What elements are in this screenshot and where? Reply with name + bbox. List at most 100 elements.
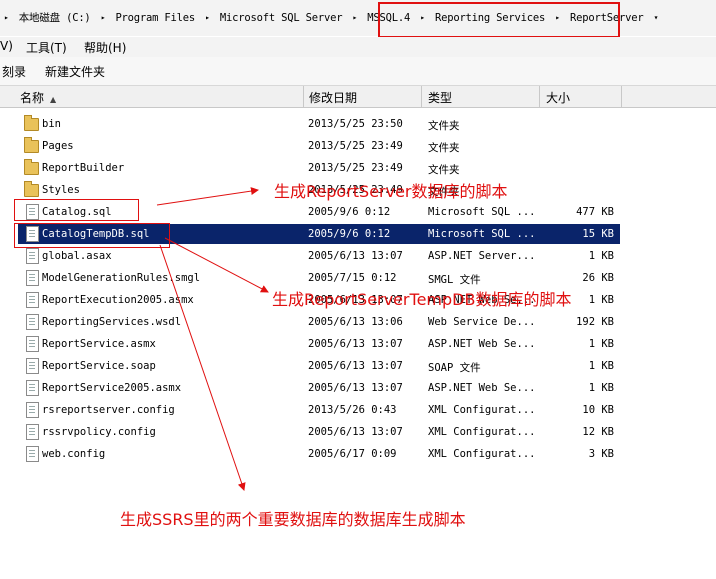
list-item[interactable]: ReportBuilder 2013/5/25 23:49 文件夹 (0, 158, 716, 178)
file-type: SOAP 文件 (428, 362, 481, 374)
menu-help[interactable]: 帮助(H) (84, 39, 126, 56)
file-date: 2005/7/15 0:12 (308, 272, 397, 284)
file-name: global.asax (42, 250, 112, 262)
list-item[interactable]: ReportService.soap 2005/6/13 13:07 SOAP 文件… (0, 356, 716, 376)
catalog-annotation: 生成ReportServer数据库的脚本 (274, 182, 508, 201)
burn-button[interactable]: 刻录 (2, 63, 26, 80)
file-size: 1 KB (588, 360, 614, 372)
list-item[interactable]: ReportService.asmx 2005/6/13 13:07 ASP.NET… (0, 334, 716, 354)
column-type[interactable]: 类型 (422, 86, 540, 107)
breadcrumb-arrow-icon[interactable]: ▸ (205, 13, 210, 22)
file-size: 477 KB (576, 206, 614, 218)
breadcrumb-arrow-icon[interactable]: ▸ (352, 13, 357, 22)
asmx-file-icon (26, 336, 39, 352)
file-size: 3 KB (588, 448, 614, 460)
new-folder-button[interactable]: 新建文件夹 (45, 63, 105, 80)
file-name: ReportExecution2005.asmx (42, 294, 194, 306)
column-type-label: 类型 (428, 91, 453, 105)
folder-icon (24, 159, 39, 175)
file-type: XML Configurat... (428, 426, 536, 438)
file-type: Microsoft SQL ... (428, 206, 536, 218)
file-size: 1 KB (588, 382, 614, 394)
file-name: Pages (42, 140, 74, 152)
config-file-icon (26, 424, 39, 440)
file-size: 10 KB (582, 404, 614, 416)
list-item[interactable]: bin 2013/5/25 23:50 文件夹 (0, 114, 716, 134)
file-name: rssrvpolicy.config (42, 426, 156, 438)
file-date: 2005/6/13 13:07 (308, 338, 403, 350)
column-name[interactable]: 名称 ▲ (14, 86, 304, 107)
file-type: 文件夹 (428, 164, 460, 176)
file-name: ReportBuilder (42, 162, 125, 174)
list-item[interactable]: ReportingServices.wsdl 2005/6/13 13:06 Web… (0, 312, 716, 332)
file-type: Microsoft SQL ... (428, 228, 536, 240)
crumb-program-files[interactable]: Program Files (115, 12, 195, 24)
crumb-local-disk[interactable]: 本地磁盘 (C:) (19, 10, 91, 25)
file-size: 1 KB (588, 338, 614, 350)
menu-bar: V) 工具(T) 帮助(H) (0, 37, 716, 57)
address-bar[interactable]: ▸ 本地磁盘 (C:) ▸ Program Files ▸ Microsoft … (0, 0, 716, 38)
list-item[interactable]: ModelGenerationRules.smgl 2005/7/15 0:12 S… (0, 268, 716, 288)
list-item[interactable]: Pages 2013/5/25 23:49 文件夹 (0, 136, 716, 156)
file-icon (26, 270, 39, 286)
column-modified[interactable]: 修改日期 (303, 86, 422, 107)
column-size[interactable]: 大小 (540, 86, 622, 107)
menu-view[interactable]: V) (0, 39, 13, 53)
catalogtempdb-highlight-box (14, 223, 170, 248)
asax-file-icon (26, 248, 39, 264)
breadcrumb-arrow-icon[interactable]: ▸ (101, 13, 106, 22)
file-type: ASP.NET Web Se... (428, 382, 536, 394)
file-name: ReportService2005.asmx (42, 382, 182, 394)
file-size: 1 KB (588, 250, 614, 262)
file-date: 2013/5/26 0:43 (308, 404, 397, 416)
file-name: ReportService.asmx (42, 338, 156, 350)
file-name: ModelGenerationRules.smgl (42, 272, 201, 284)
file-date: 2005/9/6 0:12 (308, 206, 391, 218)
file-type: ASP.NET Server... (428, 250, 536, 262)
tempdb-annotation: 生成ReportServerTempDB数据库的脚本 (272, 290, 572, 309)
file-name: ReportService.soap (42, 360, 156, 372)
file-type: 文件夹 (428, 120, 460, 132)
file-type: XML Configurat... (428, 448, 536, 460)
file-date: 2005/6/17 0:09 (308, 448, 397, 460)
column-name-label: 名称 (20, 91, 45, 105)
file-size: 26 KB (582, 272, 614, 284)
file-type: 文件夹 (428, 142, 460, 154)
file-date: 2005/9/6 0:12 (308, 228, 391, 240)
column-modified-label: 修改日期 (309, 91, 358, 105)
crumb-microsoft-sql-server[interactable]: Microsoft SQL Server (220, 12, 343, 24)
folder-icon (24, 181, 39, 197)
file-size: 12 KB (582, 426, 614, 438)
file-date: 2005/6/13 13:07 (308, 426, 403, 438)
list-item[interactable]: ReportService2005.asmx 2005/6/13 13:07 ASP… (0, 378, 716, 398)
file-date: 2005/6/13 13:06 (308, 316, 403, 328)
file-name: ReportingServices.wsdl (42, 316, 182, 328)
list-item[interactable]: global.asax 2005/6/13 13:07 ASP.NET Server… (0, 246, 716, 266)
column-size-label: 大小 (546, 91, 571, 105)
file-date: 2013/5/25 23:49 (308, 162, 403, 174)
file-date: 2005/6/13 13:07 (308, 382, 403, 394)
breadcrumb-arrow-icon[interactable]: ▸ (4, 13, 9, 22)
file-type: SMGL 文件 (428, 274, 481, 286)
file-name: web.config (42, 448, 106, 460)
file-name: bin (42, 118, 61, 130)
catalog-highlight-box (14, 199, 139, 221)
list-item[interactable]: web.config 2005/6/17 0:09 XML Configurat..… (0, 444, 716, 464)
file-type: Web Service De... (428, 316, 536, 328)
breadcrumb-dropdown-icon[interactable]: ▾ (654, 13, 659, 22)
file-date: 2005/6/13 13:07 (308, 360, 403, 372)
config-file-icon (26, 402, 39, 418)
file-size: 15 KB (582, 228, 614, 240)
asmx-file-icon (26, 380, 39, 396)
asmx-file-icon (26, 292, 39, 308)
file-icon (26, 358, 39, 374)
list-item[interactable]: rssrvpolicy.config 2005/6/13 13:07 XML Con… (0, 422, 716, 442)
folder-icon (24, 137, 39, 153)
file-date: 2005/6/13 13:07 (308, 250, 403, 262)
toolbar: 刻录 新建文件夹 (0, 57, 716, 86)
list-item[interactable]: rsreportserver.config 2013/5/26 0:43 XML C… (0, 400, 716, 420)
file-size: 192 KB (576, 316, 614, 328)
file-name: rsreportserver.config (42, 404, 175, 416)
column-header: 名称 ▲ 修改日期 类型 大小 (0, 86, 716, 108)
menu-tools[interactable]: 工具(T) (26, 39, 67, 56)
